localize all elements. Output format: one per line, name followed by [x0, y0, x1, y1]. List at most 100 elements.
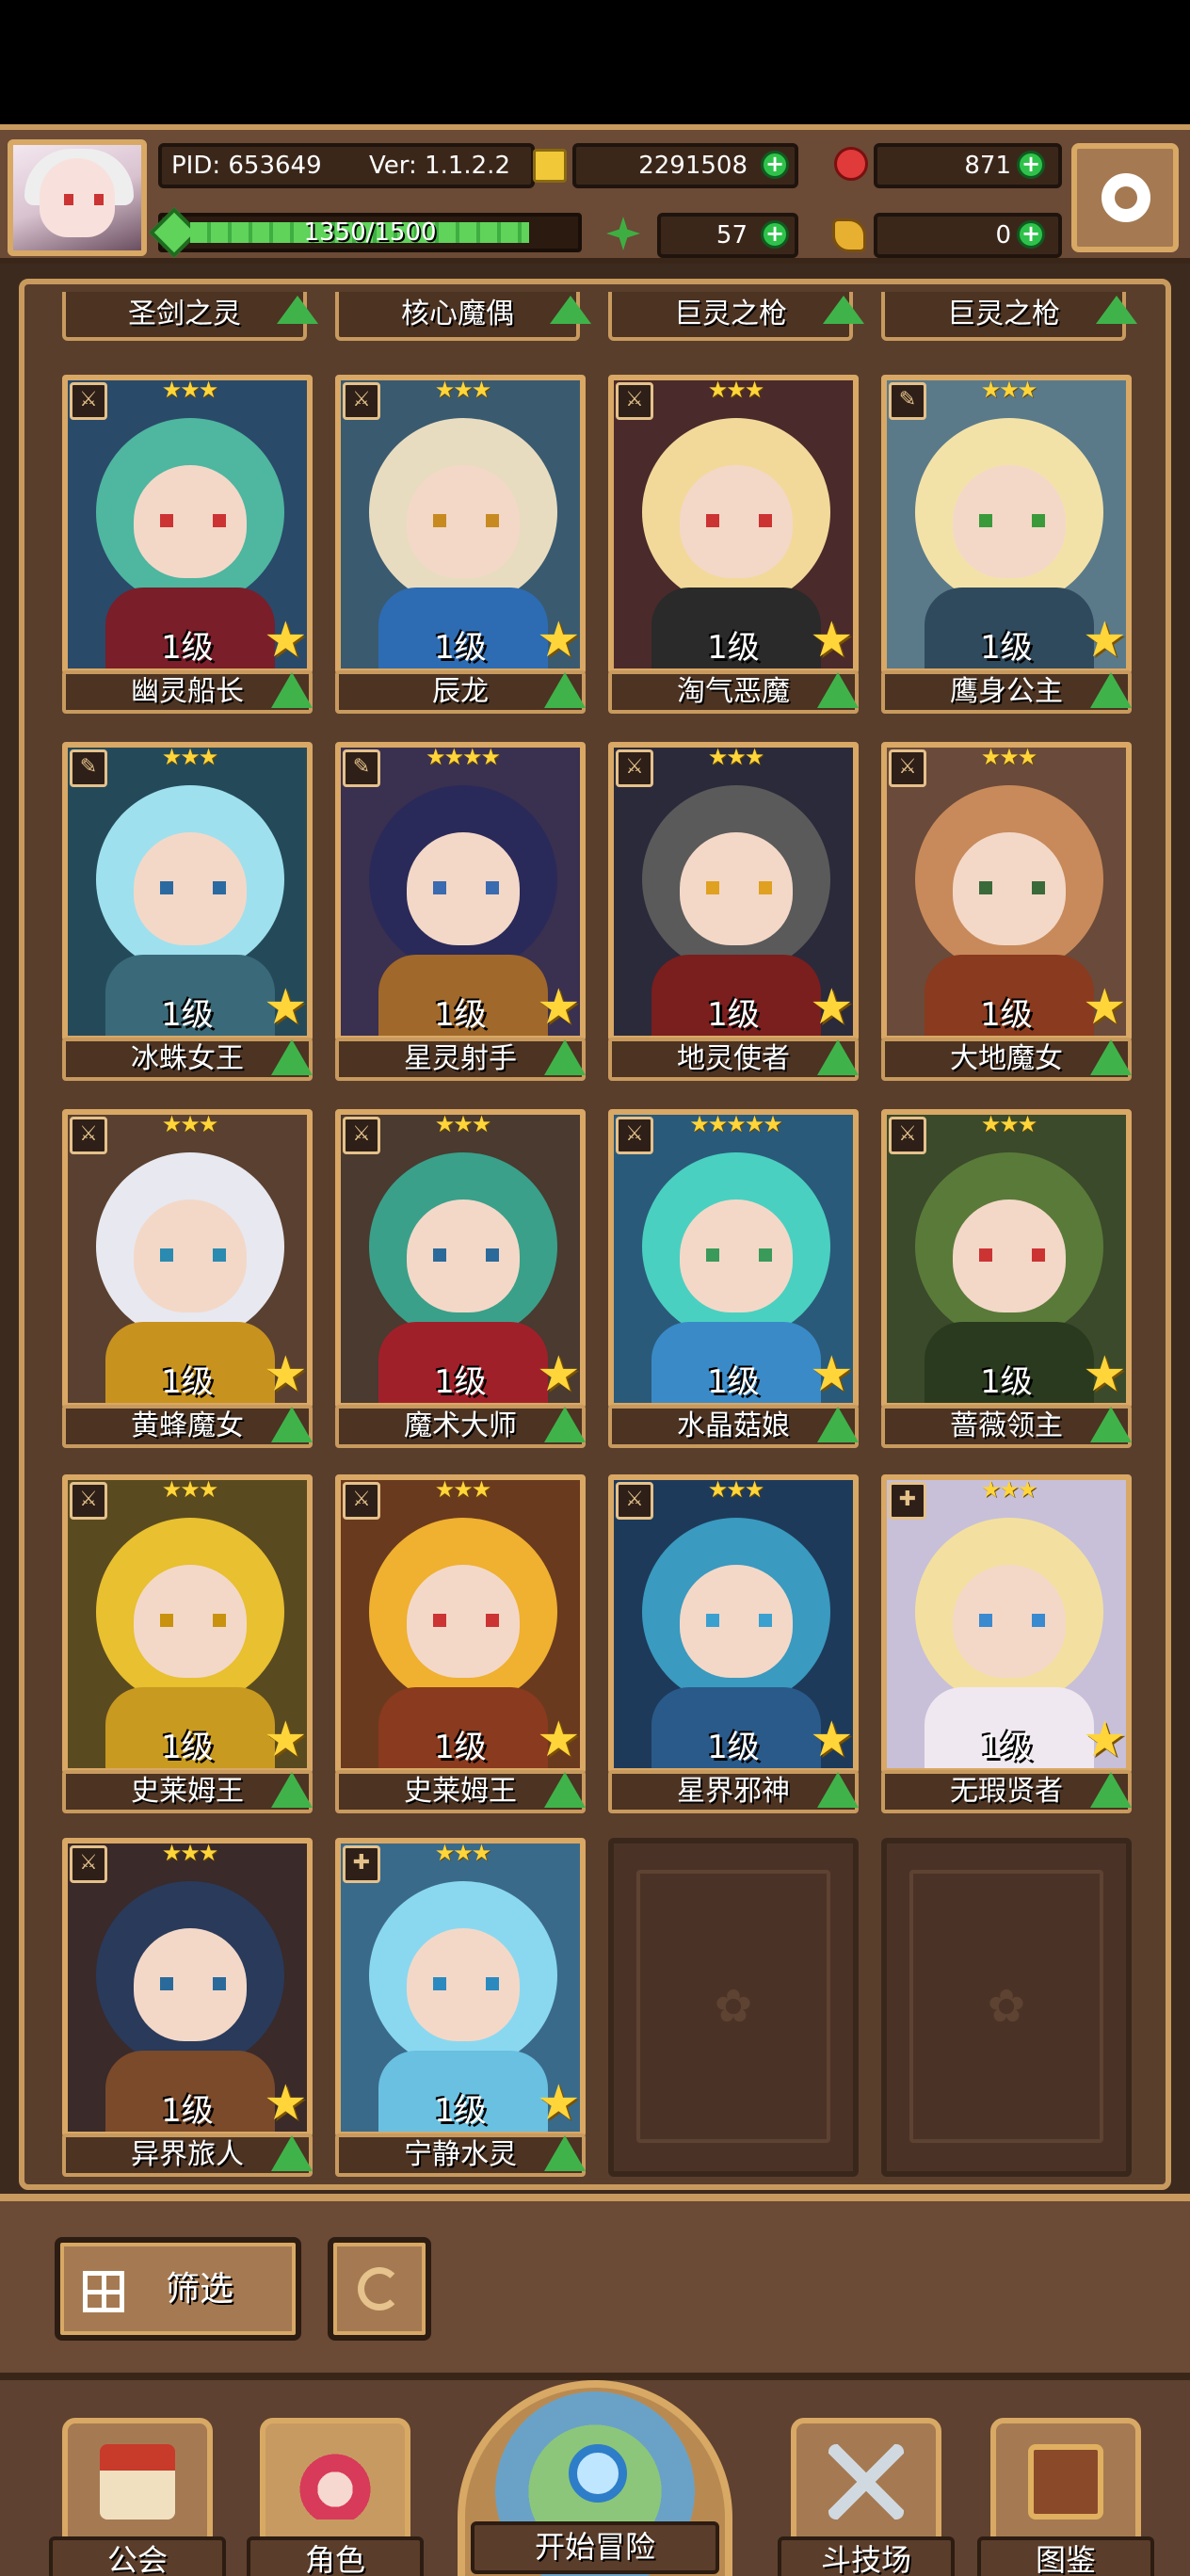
character-card[interactable]: ⚔ ★★★ 1级 ★ 史莱姆王: [62, 1474, 313, 1813]
character-card[interactable]: ⚔ ★★★ 1级 ★ 地灵使者: [608, 742, 859, 1081]
upgrade-arrow-icon: [544, 1772, 586, 1808]
nav-arena[interactable]: 斗技场: [778, 2418, 955, 2576]
player-avatar[interactable]: [8, 139, 147, 256]
upgrade-arrow-icon: [271, 1407, 313, 1442]
version-text: Ver: 1.1.2.2: [369, 152, 510, 180]
pid-text: PID: 653649: [171, 152, 322, 180]
rarity-stars: ★★★★: [425, 744, 501, 770]
add-gold-button[interactable]: +: [761, 151, 789, 179]
rarity-stars: ★★★: [434, 1111, 492, 1137]
upgrade-arrow-icon: [271, 1772, 313, 1808]
star-icon: ★: [264, 1712, 308, 1768]
character-card[interactable]: ⚔ ★★★ 1级 ★ 黄蜂魔女: [62, 1109, 313, 1448]
star-icon: ★: [810, 1346, 854, 1403]
upgrade-arrow-icon: [544, 1039, 586, 1075]
nav-label: 斗技场: [778, 2536, 955, 2576]
sword-class-icon: ⚔: [616, 1117, 653, 1154]
upgrade-arrow-icon: [823, 296, 864, 324]
upgrade-arrow-icon: [1090, 1407, 1132, 1442]
cross-class-icon: ✚: [889, 1482, 926, 1520]
character-card[interactable]: ⚔ ★★★★★ 1级 ★ 水晶菇娘: [608, 1109, 859, 1448]
magnifier-icon: [569, 2444, 627, 2503]
card-name[interactable]: 巨灵之枪: [608, 292, 853, 341]
empty-card-slot: ✿: [608, 1838, 859, 2177]
rarity-stars: ★★★: [434, 377, 492, 403]
card-name[interactable]: 圣剑之灵: [62, 292, 307, 341]
card-name[interactable]: 巨灵之枪: [881, 292, 1126, 341]
rarity-stars: ★★★: [161, 744, 219, 770]
star-icon: ★: [264, 612, 308, 668]
upgrade-arrow-icon: [1090, 1039, 1132, 1075]
gems-value: 871: [964, 152, 1011, 180]
rarity-stars: ★★★: [161, 1476, 219, 1503]
character-card[interactable]: ⚔ ★★★ 1级 ★ 辰龙: [335, 375, 586, 714]
bottom-nav: 公会 角色 开始冒险 斗技场 图鉴: [0, 2373, 1190, 2576]
character-card[interactable]: ⚔ ★★★ 1级 ★ 史莱姆王: [335, 1474, 586, 1813]
upgrade-arrow-icon: [1090, 672, 1132, 708]
character-card[interactable]: ⚔ ★★★ 1级 ★ 大地魔女: [881, 742, 1132, 1081]
character-card[interactable]: ✎ ★★★ 1级 ★ 鹰身公主: [881, 375, 1132, 714]
nav-label: 图鉴: [977, 2536, 1154, 2576]
rarity-stars: ★★★: [707, 377, 765, 403]
sword-class-icon: ⚔: [70, 1845, 107, 1883]
paw-icon: ✿: [987, 1980, 1026, 2033]
clover-value: 57: [716, 221, 748, 250]
star-icon: ★: [537, 979, 581, 1036]
rarity-stars: ★★★: [434, 1840, 492, 1866]
xp-text: 1350/1500: [303, 218, 437, 247]
star-icon: ★: [537, 2075, 581, 2132]
refresh-button[interactable]: [328, 2237, 431, 2341]
upgrade-arrow-icon: [1090, 1772, 1132, 1808]
partial-card-row: 圣剑之灵 核心魔偶 巨灵之枪 巨灵之枪: [41, 292, 1152, 348]
character-card[interactable]: ✚ ★★★ 1级 ★ 宁静水灵: [335, 1838, 586, 2177]
crossed-swords-icon: [828, 2444, 904, 2520]
filter-button[interactable]: 筛选: [55, 2237, 301, 2341]
character-card[interactable]: ✎ ★★★★ 1级 ★ 星灵射手: [335, 742, 586, 1081]
add-clover-button[interactable]: +: [761, 220, 789, 249]
gold-value: 2291508: [638, 152, 748, 180]
rarity-stars: ★★★: [980, 1476, 1038, 1503]
settings-button[interactable]: [1071, 143, 1179, 252]
character-card[interactable]: ⚔ ★★★ 1级 ★ 魔术大师: [335, 1109, 586, 1448]
rarity-stars: ★★★: [434, 1476, 492, 1503]
paw-icon: ✿: [714, 1980, 753, 2033]
rarity-stars: ★★★★★: [689, 1111, 783, 1137]
refresh-icon: [358, 2267, 401, 2310]
character-icon: [298, 2444, 373, 2520]
upgrade-arrow-icon: [1096, 296, 1137, 324]
nav-adventure[interactable]: 开始冒险: [458, 2380, 732, 2576]
character-card[interactable]: ⚔ ★★★ 1级 ★ 星界邪神: [608, 1474, 859, 1813]
pid-version-box: PID: 653649 Ver: 1.1.2.2: [158, 143, 535, 188]
keys-value: 0: [995, 221, 1011, 250]
star-icon: ★: [537, 1346, 581, 1403]
guild-hall-icon: [100, 2444, 175, 2520]
character-card[interactable]: ✎ ★★★ 1级 ★ 冰蛛女王: [62, 742, 313, 1081]
character-card[interactable]: ⚔ ★★★ 1级 ★ 蔷薇领主: [881, 1109, 1132, 1448]
nav-guild[interactable]: 公会: [49, 2418, 226, 2576]
star-icon: ★: [264, 2075, 308, 2132]
nav-character[interactable]: 角色: [247, 2418, 424, 2576]
staff-class-icon: ✎: [343, 749, 380, 787]
add-keys-button[interactable]: +: [1017, 220, 1045, 249]
card-name[interactable]: 核心魔偶: [335, 292, 580, 341]
star-icon: ★: [537, 612, 581, 668]
add-gems-button[interactable]: +: [1017, 151, 1045, 179]
character-card[interactable]: ✚ ★★★ 1级 ★ 无瑕贤者: [881, 1474, 1132, 1813]
book-icon: [1028, 2444, 1103, 2520]
sword-class-icon: ⚔: [889, 1117, 926, 1154]
character-card[interactable]: ⚔ ★★★ 1级 ★ 异界旅人: [62, 1838, 313, 2177]
staff-class-icon: ✎: [70, 749, 107, 787]
upgrade-arrow-icon: [271, 2135, 313, 2171]
gear-icon: [1102, 173, 1150, 222]
sword-class-icon: ⚔: [616, 1482, 653, 1520]
nav-label: 公会: [49, 2536, 226, 2576]
star-icon: ★: [1083, 1346, 1127, 1403]
staff-class-icon: ✎: [889, 382, 926, 420]
character-card[interactable]: ⚔ ★★★ 1级 ★ 淘气恶魔: [608, 375, 859, 714]
character-card[interactable]: ⚔ ★★★ 1级 ★ 幽灵船长: [62, 375, 313, 714]
nav-codex[interactable]: 图鉴: [977, 2418, 1154, 2576]
sword-class-icon: ⚔: [889, 749, 926, 787]
star-icon: ★: [810, 612, 854, 668]
player-info: PID: 653649 Ver: 1.1.2.2 2291508 + 871 +…: [149, 139, 1062, 258]
nav-label: 角色: [247, 2536, 424, 2576]
